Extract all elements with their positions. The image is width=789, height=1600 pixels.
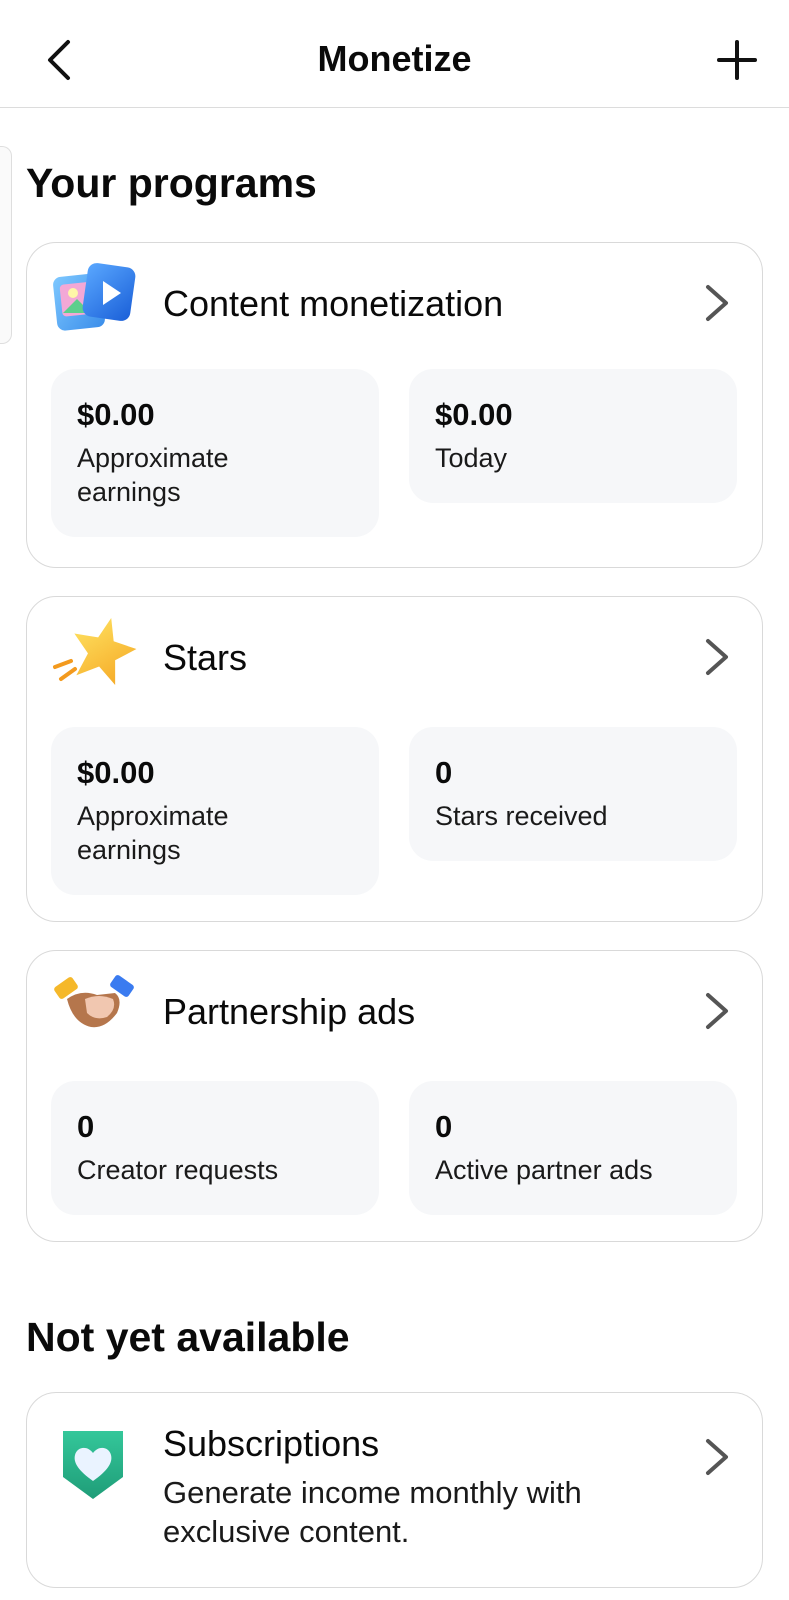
plus-icon[interactable] [715,38,759,82]
stat-approximate-earnings[interactable]: $0.00 Approximate earnings [51,369,379,537]
stat-value: $0.00 [435,397,513,432]
photo-video-icon [53,263,136,331]
partnership-ads-card[interactable]: Partnership ads 0 Creator requests 0 Act… [26,950,763,1242]
monetize-page: Monetize Your programs Content monetizat… [0,0,789,1600]
chevron-right-icon[interactable] [702,1433,732,1481]
stat-approximate-earnings[interactable]: $0.00 Approximate earnings [51,727,379,895]
chevron-right-icon[interactable] [702,987,732,1035]
stat-creator-requests[interactable]: 0 Creator requests [51,1081,379,1215]
stat-value: 0 [435,1109,453,1144]
content-monetization-card[interactable]: Content monetization $0.00 Approximate e… [26,242,763,568]
stat-active-partner-ads[interactable]: 0 Active partner ads [409,1081,737,1215]
star-icon [53,618,137,685]
page-title: Monetize [317,38,472,79]
stat-label: Approximate earnings [77,443,229,507]
card-description: Generate income monthly with exclusive c… [163,1475,582,1549]
stat-value: 0 [77,1109,95,1144]
stat-label: Stars received [435,801,608,831]
stat-today[interactable]: $0.00 Today [409,369,737,503]
subscriptions-card[interactable]: Subscriptions Generate income monthly wi… [26,1392,763,1588]
stat-value: $0.00 [77,755,155,790]
stat-label: Today [435,443,508,473]
stat-label: Approximate earnings [77,801,229,865]
section-title-not-yet-available: Not yet available [26,1314,350,1360]
handshake-icon [54,975,134,1028]
card-title: Stars [163,637,248,678]
heart-shield-icon [63,1431,123,1499]
chevron-right-icon[interactable] [702,633,732,681]
card-title: Subscriptions [163,1423,380,1464]
stat-value: 0 [435,755,453,790]
stat-label: Active partner ads [435,1155,653,1185]
card-title: Partnership ads [163,991,416,1032]
section-title-your-programs: Your programs [26,160,317,206]
top-bar: Monetize [0,0,789,108]
stat-label: Creator requests [77,1155,279,1185]
chevron-right-icon[interactable] [702,279,732,327]
stars-card[interactable]: Stars $0.00 Approximate earnings 0 Stars… [26,596,763,922]
card-title: Content monetization [163,283,504,324]
side-drawer-handle[interactable] [0,146,12,344]
stat-stars-received[interactable]: 0 Stars received [409,727,737,861]
stat-value: $0.00 [77,397,155,432]
